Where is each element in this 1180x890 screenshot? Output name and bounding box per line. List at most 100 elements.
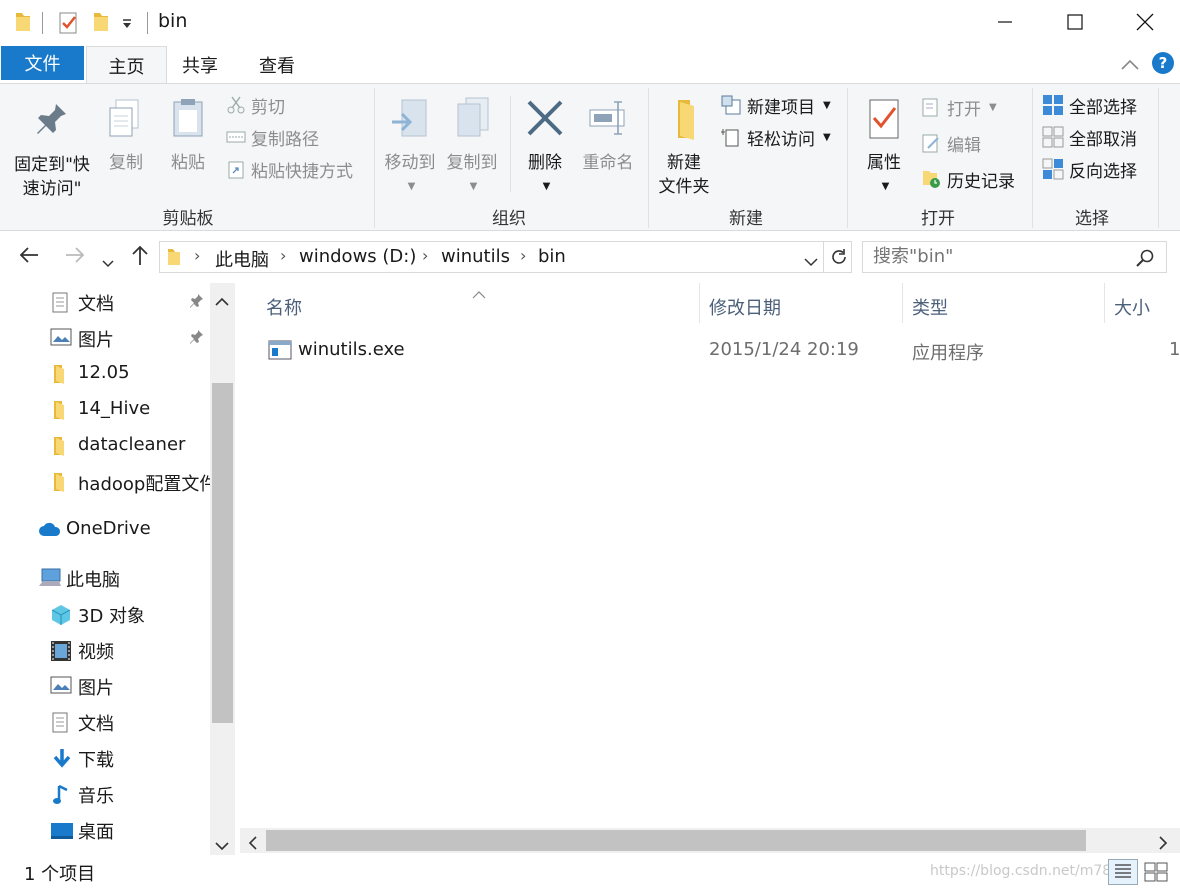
properties-icon (869, 99, 899, 139)
up-button[interactable] (130, 244, 150, 272)
nav-item-quick-documents[interactable]: 文档 (0, 285, 210, 319)
tab-share[interactable]: 共享 (170, 46, 230, 84)
paste-button[interactable]: 粘贴 (162, 96, 214, 175)
tab-home[interactable]: 主页 (86, 46, 167, 85)
nav-item-pictures[interactable]: 图片 (0, 669, 210, 703)
nav-item-folder-12-05[interactable]: 12.05 (0, 357, 210, 391)
nav-item-3d-objects[interactable]: 3D 对象 (0, 597, 210, 631)
watermark: https://blog.csdn.net/m783 (930, 863, 1121, 879)
close-button[interactable] (1110, 0, 1180, 44)
scroll-right-icon[interactable] (1158, 834, 1168, 855)
up-arrow-icon (132, 245, 148, 265)
nav-scrollbar-thumb[interactable] (212, 383, 233, 723)
horizontal-scrollbar[interactable] (240, 828, 1180, 853)
move-to-button[interactable]: 移动到 ▼ (380, 96, 440, 199)
rename-button[interactable]: 重命名 (578, 96, 638, 175)
breadcrumb-winutils[interactable]: winutils (441, 246, 510, 267)
column-divider[interactable] (902, 283, 903, 323)
large-icons-view-icon (1144, 862, 1168, 882)
minimize-button[interactable] (970, 0, 1040, 44)
breadcrumb-separator[interactable]: › (520, 246, 526, 265)
details-view-button[interactable] (1108, 859, 1138, 885)
back-button[interactable] (18, 244, 40, 272)
nav-item-downloads[interactable]: 下载 (0, 741, 210, 775)
breadcrumb-drive[interactable]: windows (D:) (299, 246, 416, 267)
tab-file[interactable]: 文件 (1, 46, 84, 80)
tab-view[interactable]: 查看 (247, 46, 307, 84)
file-list: 名称 修改日期 类型 大小 winutils.exe 2015/1/24 20:… (240, 283, 1180, 855)
help-icon[interactable]: ? (1152, 52, 1174, 74)
copy-path-icon (226, 131, 246, 143)
scroll-left-icon[interactable] (248, 834, 258, 855)
select-none-button[interactable]: 全部取消 (1042, 122, 1137, 152)
properties-button[interactable]: 属性 ▼ (858, 96, 910, 199)
column-divider[interactable] (699, 283, 700, 323)
collapse-ribbon-icon[interactable] (1120, 56, 1140, 77)
column-header-type[interactable]: 类型 (912, 294, 948, 320)
pin-to-quick-access-button[interactable]: 固定到"快 速访问" (8, 98, 96, 201)
cut-button[interactable]: 剪切 (226, 90, 285, 120)
address-history-icon[interactable] (804, 251, 818, 272)
breadcrumb-separator[interactable]: › (194, 246, 200, 265)
navigation-pane: 文档 图片 12.05 14_Hive datacleaner hadoop配置… (0, 283, 236, 855)
history-button[interactable]: 历史记录 (920, 164, 1015, 194)
nav-item-this-pc[interactable]: 此电脑 (0, 561, 210, 595)
horizontal-scrollbar-thumb[interactable] (266, 830, 1086, 851)
large-icons-view-button[interactable] (1142, 859, 1172, 885)
new-folder-quick-icon[interactable] (92, 11, 110, 38)
maximize-button[interactable] (1040, 0, 1110, 44)
breadcrumb-this-pc[interactable]: 此电脑 (215, 246, 269, 272)
scroll-down-icon[interactable] (215, 835, 229, 856)
scroll-up-icon[interactable] (215, 291, 229, 312)
invert-selection-icon (1042, 158, 1064, 180)
nav-item-folder-14-hive[interactable]: 14_Hive (0, 393, 210, 427)
edit-button[interactable]: 编辑 (920, 128, 981, 158)
status-bar: 1 个项目 https://blog.csdn.net/m783 (0, 855, 1180, 890)
new-folder-button[interactable]: 新建 文件夹 (652, 96, 716, 199)
divider (374, 88, 375, 228)
properties-quick-icon[interactable] (58, 11, 80, 40)
search-box[interactable] (862, 241, 1167, 273)
customize-quick-access-icon[interactable] (120, 14, 134, 35)
nav-item-folder-datacleaner[interactable]: datacleaner (0, 429, 210, 463)
divider (42, 12, 43, 34)
refresh-icon[interactable] (829, 247, 849, 272)
nav-item-videos[interactable]: 视频 (0, 633, 210, 667)
column-divider[interactable] (1104, 283, 1105, 323)
pin-icon[interactable] (188, 329, 204, 350)
nav-item-desktop[interactable]: 桌面 (0, 813, 210, 847)
divider (147, 12, 148, 34)
nav-item-onedrive[interactable]: OneDrive (0, 513, 210, 547)
search-input[interactable] (873, 246, 1123, 267)
new-folder-icon (678, 100, 694, 140)
recent-locations-button[interactable] (102, 250, 114, 275)
breadcrumb-bin[interactable]: bin (538, 246, 566, 267)
nav-item-documents[interactable]: 文档 (0, 705, 210, 739)
pin-icon[interactable] (188, 293, 204, 314)
pictures-icon (50, 676, 72, 699)
invert-selection-button[interactable]: 反向选择 (1042, 154, 1137, 184)
paste-shortcut-button[interactable]: 粘贴快捷方式 (226, 154, 353, 184)
select-all-button[interactable]: 全部选择 (1042, 90, 1137, 120)
delete-button[interactable]: 删除 ▼ (520, 96, 570, 199)
scissors-icon (227, 96, 245, 114)
forward-button[interactable] (64, 244, 86, 272)
new-item-button[interactable]: 新建项目 ▼ (720, 90, 831, 120)
nav-item-quick-pictures[interactable]: 图片 (0, 321, 210, 355)
breadcrumb-separator[interactable]: › (280, 246, 286, 265)
breadcrumb-separator[interactable]: › (422, 246, 428, 265)
address-bar[interactable]: › 此电脑 › windows (D:) › winutils › bin (159, 241, 852, 273)
exe-file-icon (268, 340, 292, 365)
copy-path-button[interactable]: 复制路径 (226, 122, 319, 152)
search-icon[interactable] (1135, 248, 1155, 273)
file-row[interactable]: winutils.exe 2015/1/24 20:19 应用程序 1 (260, 333, 1180, 367)
open-button[interactable]: 打开 ▼ (920, 92, 997, 122)
copy-to-button[interactable]: 复制到 ▼ (442, 96, 502, 199)
column-header-name[interactable]: 名称 (266, 294, 302, 320)
column-header-modified[interactable]: 修改日期 (709, 294, 781, 320)
copy-button[interactable]: 复制 (100, 96, 152, 175)
nav-item-music[interactable]: 音乐 (0, 777, 210, 811)
nav-item-folder-hadoop-config[interactable]: hadoop配置文件 (0, 465, 210, 499)
column-header-size[interactable]: 大小 (1114, 294, 1150, 320)
easy-access-button[interactable]: 轻松访问 ▼ (720, 122, 831, 152)
